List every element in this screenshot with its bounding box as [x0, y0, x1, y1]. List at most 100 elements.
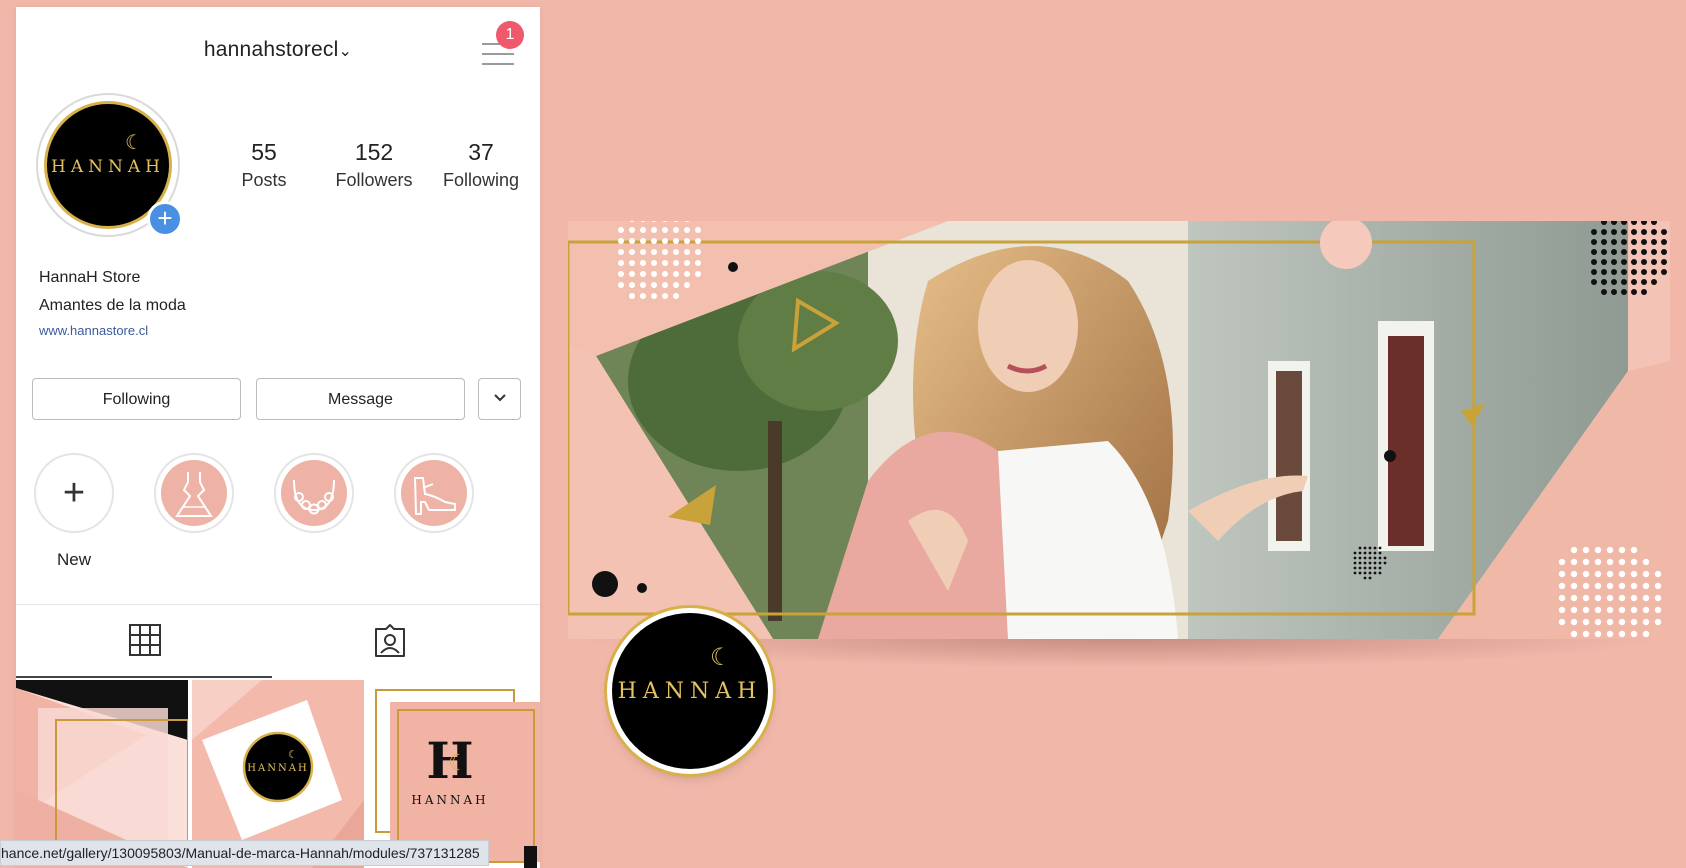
bio-website-link[interactable]: www.hannastore.cl [39, 323, 148, 338]
pattern-dot [1570, 630, 1578, 638]
pattern-dot [1558, 582, 1566, 590]
tab-posts-grid[interactable] [16, 605, 278, 678]
new-highlight-button[interactable]: + [34, 453, 114, 533]
following-count: 37 [468, 139, 494, 165]
pattern-dot [1582, 582, 1590, 590]
pattern-dot [1618, 594, 1626, 602]
followers-stat[interactable]: 152 Followers [324, 139, 424, 191]
pattern-dot [1630, 630, 1638, 638]
pattern-dot [1591, 239, 1597, 245]
tab-tagged[interactable] [278, 605, 540, 678]
pattern-dot [1631, 289, 1637, 295]
pattern-dot [629, 249, 635, 255]
pattern-dot [1594, 630, 1602, 638]
status-bar-edge [524, 846, 537, 868]
pattern-dot [1606, 558, 1614, 566]
profile-tabs [16, 604, 540, 678]
pattern-dot [1654, 618, 1662, 626]
pattern-dot [1601, 239, 1607, 245]
posts-label: Posts [241, 170, 287, 190]
pattern-dot [1570, 546, 1578, 554]
pattern-dot [1618, 630, 1626, 638]
pattern-dot [651, 238, 657, 244]
pattern-dot [1606, 582, 1614, 590]
pattern-dot [651, 249, 657, 255]
pattern-dot [1654, 570, 1662, 578]
pattern-dot [1601, 249, 1607, 255]
pattern-dot [695, 227, 701, 233]
message-button[interactable]: Message [256, 378, 465, 420]
pattern-dot [1601, 289, 1607, 295]
pattern-dot [1373, 551, 1377, 555]
avatar-logo-text: HANNAH [51, 157, 165, 177]
pattern-dot [1618, 606, 1626, 614]
add-story-icon[interactable]: + [147, 201, 183, 237]
pattern-dot [651, 271, 657, 277]
pattern-dot [1591, 259, 1597, 265]
highlight-shoes[interactable] [394, 453, 474, 533]
pattern-dot [1661, 239, 1667, 245]
pattern-dot [1630, 594, 1638, 602]
pattern-dot [1618, 570, 1626, 578]
bio-name: HannaH Store [39, 269, 141, 286]
pattern-dot [1641, 239, 1647, 245]
profile-avatar[interactable]: ☾ HANNAH + [36, 93, 183, 237]
pattern-dot [673, 260, 679, 266]
pattern-dot [1630, 618, 1638, 626]
pattern-dot [662, 282, 668, 288]
profile-username[interactable]: hannahstorecl⌄ [16, 38, 540, 62]
bio-description: Amantes de la moda [39, 297, 186, 314]
pattern-dot [1618, 618, 1626, 626]
pattern-dot [618, 249, 624, 255]
pattern-dot [1631, 279, 1637, 285]
dress-icon [175, 472, 213, 517]
pattern-dot [1582, 606, 1590, 614]
cover-banner [568, 221, 1670, 639]
pattern-dot [684, 249, 690, 255]
following-button[interactable]: Following [32, 378, 241, 420]
pattern-dot [629, 238, 635, 244]
pattern-dot [673, 271, 679, 277]
suggested-dropdown-button[interactable] [478, 378, 521, 420]
pattern-dot [684, 238, 690, 244]
pattern-dot [673, 249, 679, 255]
pattern-dot [1606, 630, 1614, 638]
pattern-dot [640, 271, 646, 277]
pattern-dot [1611, 279, 1617, 285]
pattern-dot [1630, 558, 1638, 566]
pattern-dot [695, 260, 701, 266]
pattern-dot [1621, 289, 1627, 295]
pattern-dot [1601, 269, 1607, 275]
pattern-dot [1631, 249, 1637, 255]
highlight-dresses[interactable] [154, 453, 234, 533]
pattern-dot [1594, 582, 1602, 590]
highlight-necklaces[interactable] [274, 453, 354, 533]
pattern-dot [1373, 556, 1377, 560]
pattern-dot [1373, 561, 1377, 565]
pattern-dot [695, 238, 701, 244]
pattern-dot [1582, 558, 1590, 566]
pattern-dot [1631, 229, 1637, 235]
pattern-dot [662, 238, 668, 244]
pattern-dot [1558, 558, 1566, 566]
pattern-dot [684, 260, 690, 266]
chevron-down-icon[interactable]: ⌄ [338, 43, 352, 60]
pattern-dot [1606, 618, 1614, 626]
pattern-dot [1618, 558, 1626, 566]
pattern-dot [1601, 259, 1607, 265]
following-stat[interactable]: 37 Following [426, 139, 536, 191]
pattern-dot [1591, 229, 1597, 235]
pattern-dot [1594, 546, 1602, 554]
posts-stat[interactable]: 55 Posts [224, 139, 304, 191]
pattern-dot [1358, 561, 1362, 565]
pattern-dot [684, 282, 690, 288]
pattern-dot [1642, 618, 1650, 626]
pattern-dot [662, 260, 668, 266]
pattern-dot [1570, 582, 1578, 590]
pattern-dot [1611, 289, 1617, 295]
pattern-dot [1363, 571, 1367, 575]
svg-text:☾: ☾ [288, 748, 298, 761]
pattern-dot [1558, 594, 1566, 602]
pattern-dot [1373, 571, 1377, 575]
following-label: Following [442, 170, 520, 190]
